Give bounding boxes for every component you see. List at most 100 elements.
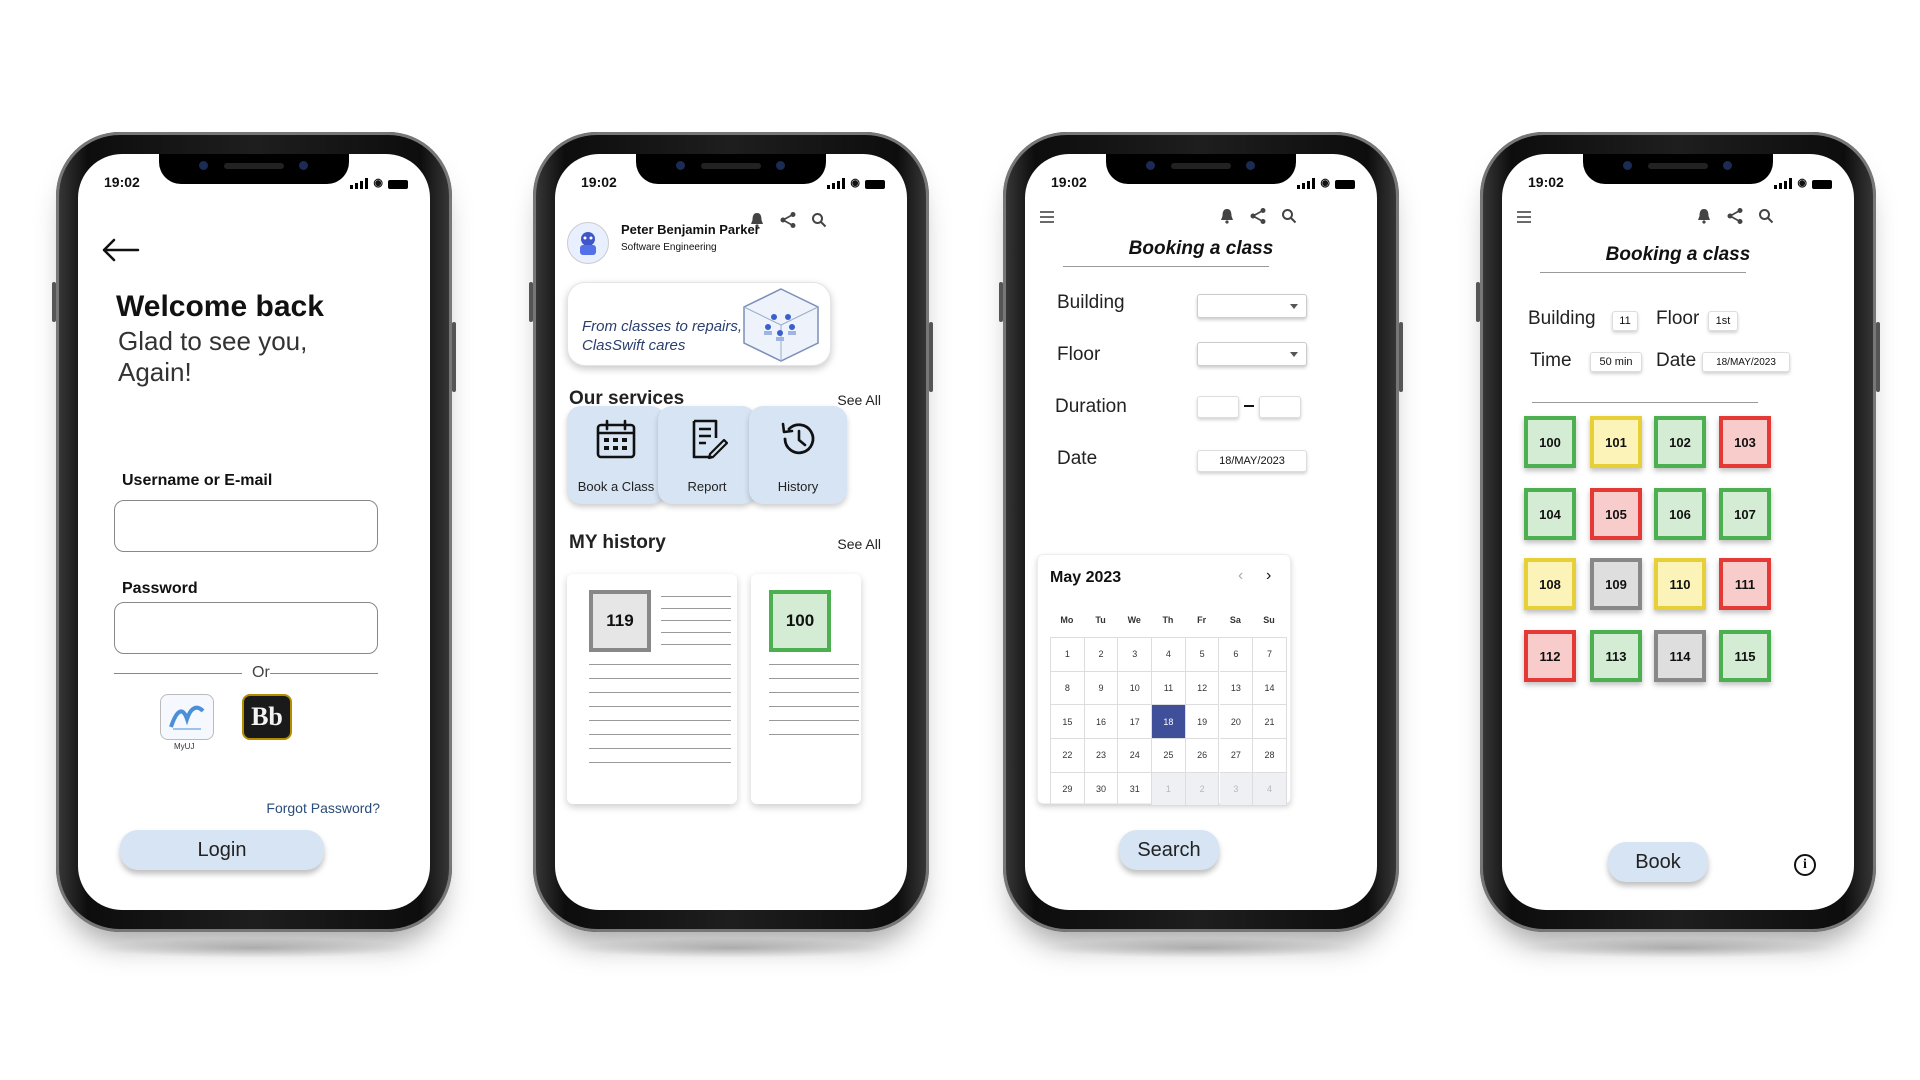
calendar-day[interactable]: 25 xyxy=(1152,739,1186,773)
side-button xyxy=(999,282,1003,322)
weekday-label: Fr xyxy=(1197,615,1207,625)
menu-icon[interactable] xyxy=(1039,210,1055,224)
avatar[interactable] xyxy=(567,222,609,264)
calendar-day[interactable]: 27 xyxy=(1219,739,1254,773)
room-tile[interactable]: 107 xyxy=(1719,488,1771,540)
calendar-day[interactable]: 31 xyxy=(1118,772,1153,807)
time-value[interactable]: 50 min xyxy=(1590,352,1642,372)
service-report[interactable]: Report xyxy=(658,406,756,504)
wifi-icon: ◉ xyxy=(1797,177,1807,189)
calendar-day[interactable]: 13 xyxy=(1219,671,1254,706)
share-icon[interactable] xyxy=(1726,207,1744,225)
side-button xyxy=(52,282,56,322)
history-card[interactable]: 100 xyxy=(751,574,861,804)
date-value[interactable]: 18/MAY/2023 xyxy=(1702,352,1790,372)
calendar-day[interactable]: 1 xyxy=(1051,638,1085,672)
back-arrow-icon[interactable] xyxy=(100,238,140,262)
calendar-day[interactable]: 7 xyxy=(1253,638,1287,672)
weekday-label: Th xyxy=(1162,615,1174,625)
room-tile[interactable]: 103 xyxy=(1719,416,1771,468)
menu-icon[interactable] xyxy=(1516,210,1532,224)
calendar-day[interactable]: 29 xyxy=(1051,772,1085,807)
room-tile[interactable]: 105 xyxy=(1590,488,1642,540)
room-tile[interactable]: 109 xyxy=(1590,558,1642,610)
floor-dropdown[interactable] xyxy=(1197,342,1307,366)
side-button xyxy=(529,282,533,322)
forgot-password-link[interactable]: Forgot Password? xyxy=(266,800,380,816)
share-icon[interactable] xyxy=(1249,207,1267,225)
service-book-class[interactable]: Book a Class xyxy=(567,406,665,504)
room-tile[interactable]: 115 xyxy=(1719,630,1771,682)
duration-start-input[interactable] xyxy=(1197,396,1239,418)
room-tile[interactable]: 100 xyxy=(1524,416,1576,468)
prev-month-icon[interactable]: ‹ xyxy=(1238,567,1243,585)
search-button[interactable]: Search xyxy=(1119,830,1219,870)
next-month-icon[interactable]: › xyxy=(1266,567,1271,585)
calendar-day[interactable]: 22 xyxy=(1051,739,1085,773)
chevron-down-icon xyxy=(1290,304,1298,309)
building-value[interactable]: 11 xyxy=(1612,311,1638,331)
myuj-login-button[interactable] xyxy=(160,694,214,740)
date-input[interactable]: 18/MAY/2023 xyxy=(1197,450,1307,472)
calendar-day[interactable]: 10 xyxy=(1118,671,1153,706)
floor-value[interactable]: 1st xyxy=(1708,311,1738,331)
room-tile[interactable]: 112 xyxy=(1524,630,1576,682)
signal-icon xyxy=(1297,178,1316,189)
service-history[interactable]: History xyxy=(749,406,847,504)
weekday-label: Su xyxy=(1263,615,1275,625)
calendar-day[interactable]: 21 xyxy=(1253,705,1287,740)
password-input[interactable] xyxy=(114,602,378,654)
calendar-day[interactable]: 3 xyxy=(1118,638,1153,672)
calendar-day[interactable]: 16 xyxy=(1084,705,1119,740)
share-icon[interactable] xyxy=(779,211,797,229)
calendar-day[interactable]: 15 xyxy=(1051,705,1085,740)
room-tile[interactable]: 114 xyxy=(1654,630,1706,682)
room-tile[interactable]: 101 xyxy=(1590,416,1642,468)
history-room: 119 xyxy=(589,590,651,652)
promo-banner[interactable]: From classes to repairs, ClasSwift cares xyxy=(567,282,831,366)
calendar-day[interactable]: 30 xyxy=(1084,772,1119,807)
calendar-day[interactable]: 17 xyxy=(1118,705,1153,740)
signal-icon xyxy=(1774,178,1793,189)
status-time: 19:02 xyxy=(104,174,140,190)
blackboard-login-button[interactable]: Bb xyxy=(242,694,292,740)
history-see-all-link[interactable]: See All xyxy=(837,536,881,552)
calendar-day[interactable]: 8 xyxy=(1051,671,1085,706)
book-button[interactable]: Book xyxy=(1608,842,1708,882)
calendar-day[interactable]: 5 xyxy=(1185,638,1220,672)
search-icon[interactable] xyxy=(1281,208,1297,224)
room-tile[interactable]: 111 xyxy=(1719,558,1771,610)
duration-end-input[interactable] xyxy=(1259,396,1301,418)
booking-screen: 19:02 ◉ Booking a class Building Floor D… xyxy=(1025,154,1377,910)
calendar-day[interactable]: 26 xyxy=(1185,739,1220,773)
room-tile[interactable]: 102 xyxy=(1654,416,1706,468)
bell-icon[interactable] xyxy=(1696,208,1712,224)
login-button[interactable]: Login xyxy=(120,830,324,870)
room-tile[interactable]: 113 xyxy=(1590,630,1642,682)
calendar-day[interactable]: 9 xyxy=(1084,671,1119,706)
calendar-day[interactable]: 6 xyxy=(1219,638,1254,672)
calendar-day[interactable]: 23 xyxy=(1084,739,1119,773)
services-see-all-link[interactable]: See All xyxy=(837,392,881,408)
calendar-day[interactable]: 20 xyxy=(1219,705,1254,740)
calendar-day[interactable]: 18 xyxy=(1152,705,1186,740)
building-dropdown[interactable] xyxy=(1197,294,1307,318)
username-input[interactable] xyxy=(114,500,378,552)
calendar-day[interactable]: 4 xyxy=(1152,638,1186,672)
calendar-day[interactable]: 24 xyxy=(1118,739,1153,773)
calendar-day[interactable]: 14 xyxy=(1253,671,1287,706)
calendar-day[interactable]: 2 xyxy=(1084,638,1119,672)
calendar-day[interactable]: 11 xyxy=(1152,671,1186,706)
bell-icon[interactable] xyxy=(1219,208,1235,224)
history-card[interactable]: 119 xyxy=(567,574,737,804)
search-icon[interactable] xyxy=(811,212,827,228)
search-icon[interactable] xyxy=(1758,208,1774,224)
room-tile[interactable]: 106 xyxy=(1654,488,1706,540)
room-tile[interactable]: 108 xyxy=(1524,558,1576,610)
calendar-day[interactable]: 12 xyxy=(1185,671,1220,706)
calendar-day[interactable]: 28 xyxy=(1253,739,1287,773)
room-tile[interactable]: 110 xyxy=(1654,558,1706,610)
room-tile[interactable]: 104 xyxy=(1524,488,1576,540)
calendar-day[interactable]: 19 xyxy=(1185,705,1220,740)
info-icon[interactable]: i xyxy=(1794,854,1816,876)
